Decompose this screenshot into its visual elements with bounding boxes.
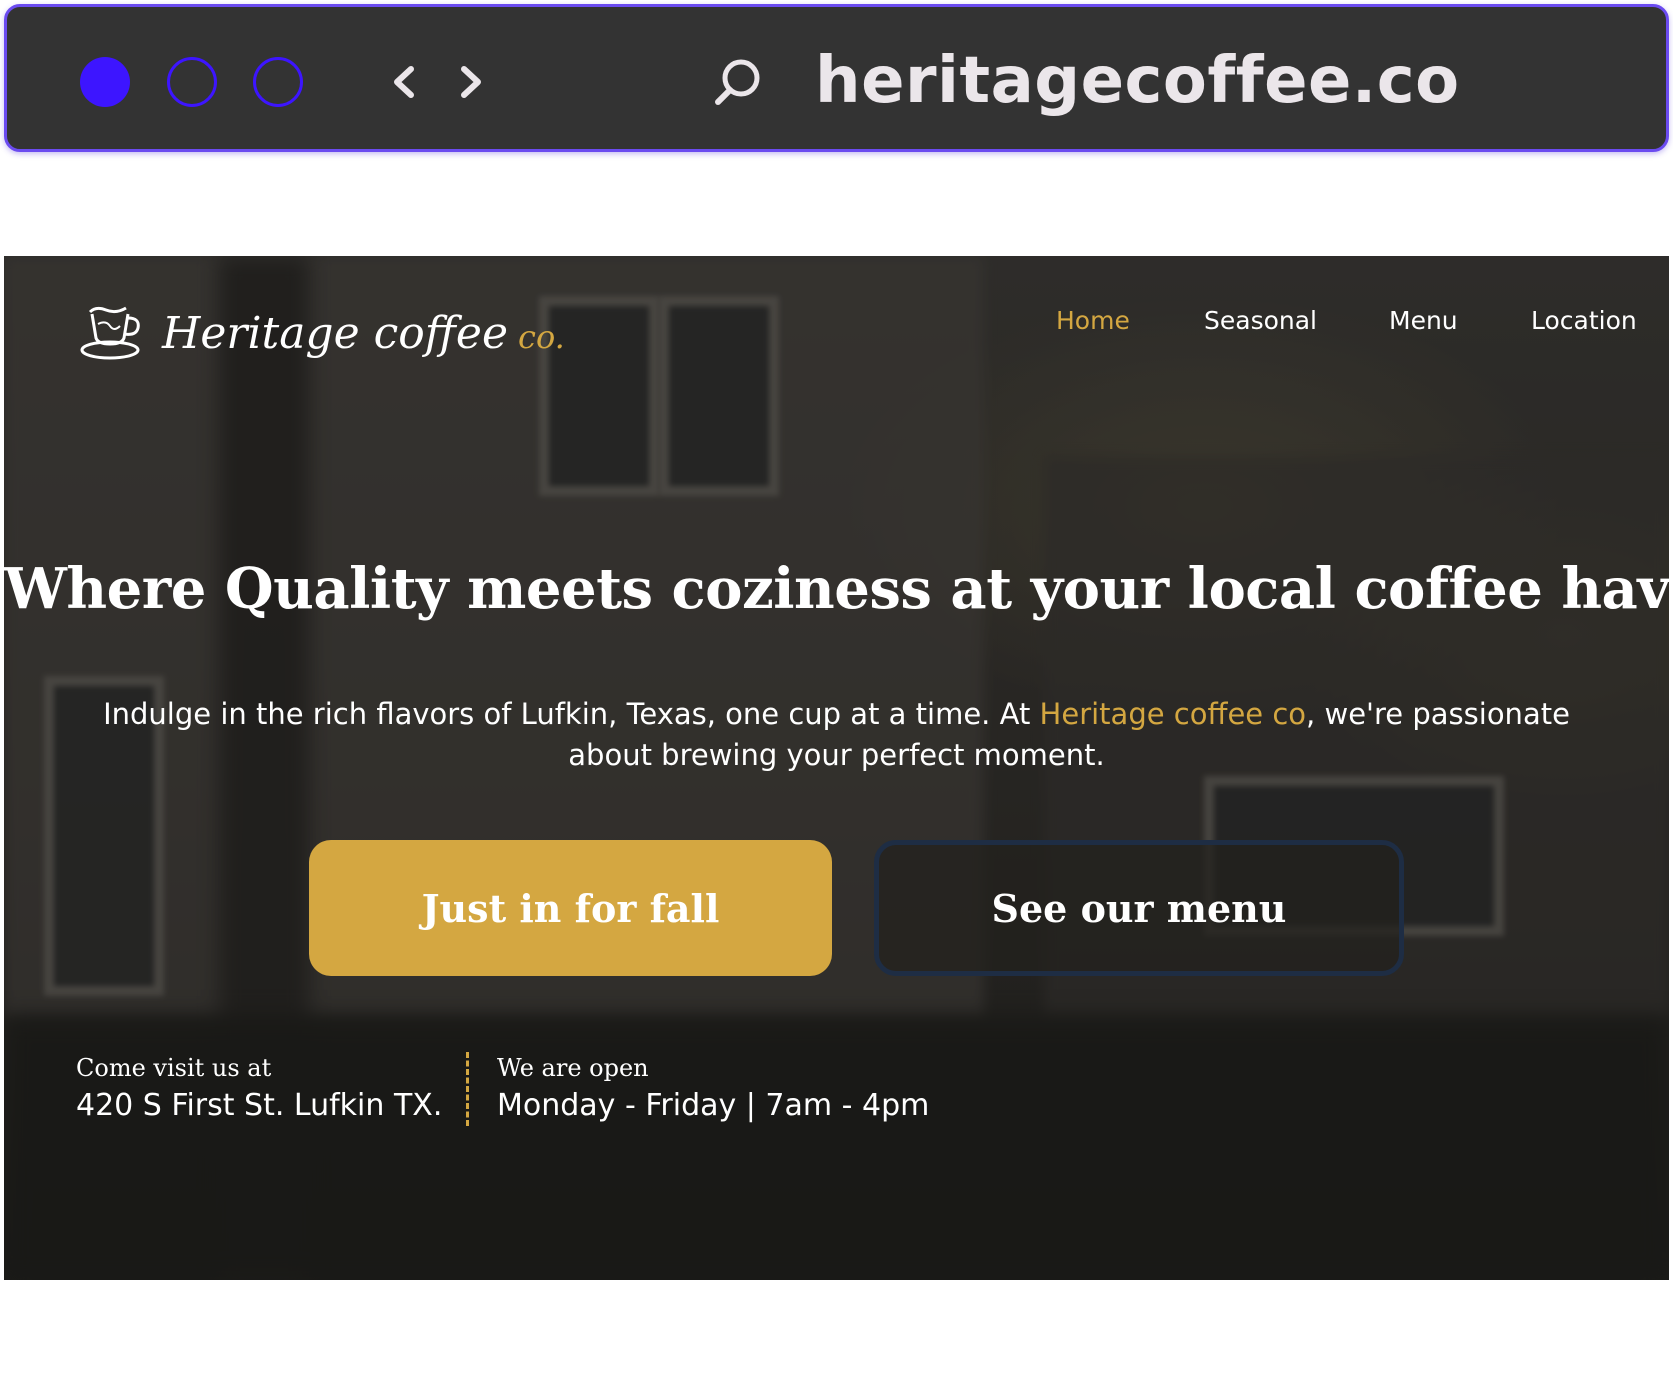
logo-suffix: co. [518,318,565,356]
close-dot[interactable] [80,57,130,107]
url-bar[interactable]: heritagecoffee.co [815,41,1460,121]
opening-hours: Monday - Friday | 7am - 4pm [497,1088,930,1123]
minimize-dot[interactable] [167,57,217,107]
chevron-right-icon[interactable] [450,59,490,105]
nav-item-menu[interactable]: Menu [1389,306,1458,346]
search-icon[interactable] [712,55,764,107]
info-divider [466,1052,469,1126]
coffee-cup-icon [80,306,140,360]
nav-item-location[interactable]: Location [1531,306,1637,346]
logo-name: Heritage coffee [162,307,509,359]
open-label: We are open [497,1054,649,1082]
nav-item-seasonal[interactable]: Seasonal [1204,306,1317,346]
address: 420 S First St. Lufkin TX. [76,1088,443,1123]
hero-section: Heritage coffee co. Home Seasonal Menu L… [4,256,1669,1280]
hero-subtitle-start: Indulge in the rich flavors of Lufkin, T… [103,697,1040,731]
hero-subtitle-brand: Heritage coffee co [1039,697,1307,731]
visit-label: Come visit us at [76,1054,272,1082]
chevron-left-icon[interactable] [385,59,425,105]
browser-toolbar: heritagecoffee.co [4,4,1669,152]
hero-headline: Where Quality meets coziness at your loc… [4,556,1669,622]
site-logo[interactable]: Heritage coffee co. [80,298,565,368]
just-in-for-fall-button[interactable]: Just in for fall [309,840,832,976]
see-our-menu-button[interactable]: See our menu [874,840,1404,976]
hero-subtitle: Indulge in the rich flavors of Lufkin, T… [64,694,1609,776]
nav-item-home[interactable]: Home [1056,306,1130,346]
maximize-dot[interactable] [253,57,303,107]
